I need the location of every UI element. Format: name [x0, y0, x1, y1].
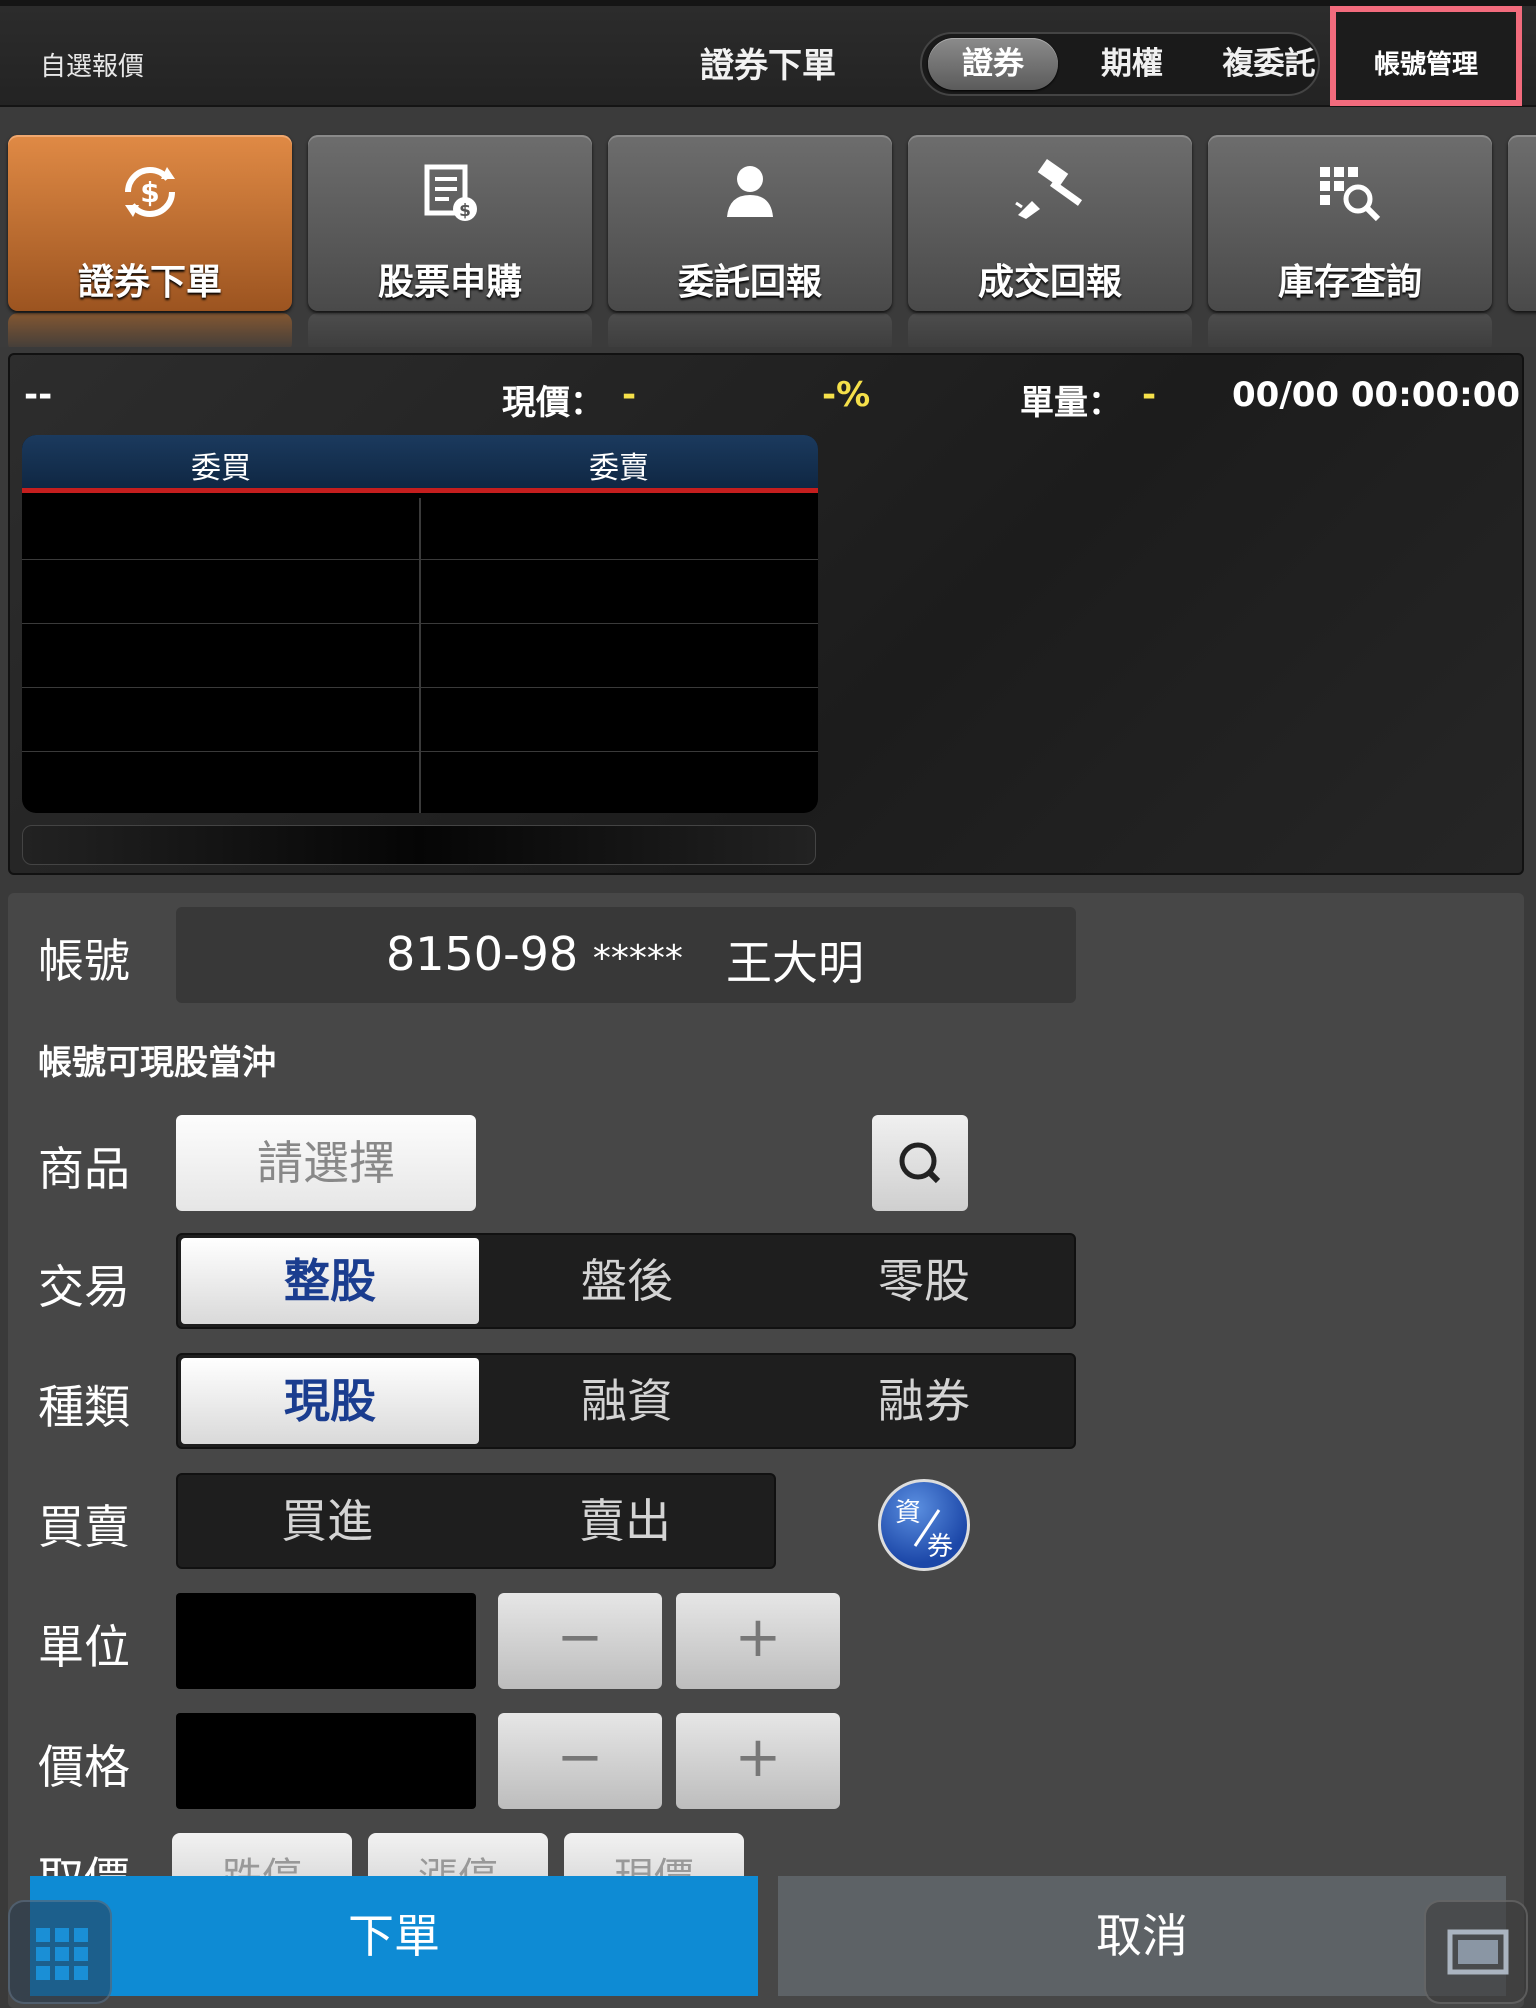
price-input[interactable] — [176, 1713, 476, 1809]
day-trade-note: 帳號可現股當沖 — [38, 1043, 276, 1083]
tile-label: 庫存查詢 — [1277, 262, 1422, 303]
cancel-button[interactable]: 取消 — [778, 1876, 1506, 1996]
trade-option-odd-lot[interactable]: 零股 — [775, 1235, 1073, 1327]
tile-reflection — [1208, 313, 1492, 347]
order-book-row-line — [22, 751, 818, 752]
account-manage-label: 帳號管理 — [1373, 50, 1478, 80]
screen-icon — [1447, 1929, 1509, 1975]
order-book-header: 委買 委賣 — [22, 435, 818, 493]
trade-option-after-hours[interactable]: 盤後 — [478, 1235, 776, 1327]
segment-securities[interactable]: 證券 — [928, 38, 1058, 90]
side-option-buy[interactable]: 買進 — [178, 1475, 476, 1567]
account-label: 帳號 — [38, 934, 130, 988]
order-form: 帳號 8150-98 ***** 王大明 帳號可現股當沖 商品 請選擇 交易 整… — [8, 893, 1524, 2008]
product-label: 商品 — [38, 1142, 130, 1196]
page-title: 證券下單 — [700, 46, 836, 86]
document-dollar-icon: $ — [308, 157, 592, 227]
grid-search-icon — [1208, 157, 1492, 227]
svg-text:$: $ — [459, 201, 471, 221]
trade-label: 交易 — [38, 1260, 130, 1314]
account-mask: ***** — [592, 938, 683, 979]
order-book-divider — [419, 498, 421, 813]
trade-option-board-lot[interactable]: 整股 — [181, 1238, 479, 1324]
market-segment-control: 證券 期權 複委託 — [920, 32, 1320, 96]
order-book-row-line — [22, 623, 818, 624]
unit-minus-button[interactable]: − — [498, 1593, 662, 1689]
tile-inventory-query[interactable]: 庫存查詢 — [1208, 135, 1492, 311]
tile-label: 委託回報 — [677, 262, 822, 303]
submit-order-button[interactable]: 下單 — [30, 1876, 758, 1996]
order-book-row-line — [22, 687, 818, 688]
function-tiles: $ 證券下單 $ 股票申購 委託回報 成交回報 庫存查詢 — [0, 107, 1536, 347]
account-holder-name: 王大明 — [726, 936, 864, 990]
tile-securities-order[interactable]: $ 證券下單 — [8, 135, 292, 311]
segment-sub-brokerage[interactable]: 複委託 — [1214, 34, 1324, 94]
unit-plus-button[interactable]: + — [676, 1593, 840, 1689]
order-book: 委買 委賣 — [22, 435, 818, 813]
ask-header: 委賣 — [589, 451, 649, 486]
tile-reflection — [8, 313, 292, 347]
account-manage-button[interactable]: 帳號管理 — [1330, 6, 1522, 106]
product-search-button[interactable] — [872, 1115, 968, 1211]
unit-label: 單位 — [38, 1620, 130, 1674]
bid-header: 委買 — [191, 451, 251, 486]
tile-partial-next[interactable] — [1508, 135, 1536, 311]
account-number-prefix: 8150-98 — [386, 927, 579, 981]
unit-input[interactable] — [176, 1593, 476, 1689]
side-label: 買賣 — [38, 1500, 130, 1554]
trade-segment: 整股 盤後 零股 — [176, 1233, 1076, 1329]
grid-icon — [36, 1928, 88, 1980]
person-icon — [608, 157, 892, 227]
tile-label: 成交回報 — [977, 262, 1122, 303]
price-plus-button[interactable]: + — [676, 1713, 840, 1809]
tile-fill-report[interactable]: 成交回報 — [908, 135, 1192, 311]
type-option-short[interactable]: 融券 — [775, 1355, 1073, 1447]
dollar-cycle-icon: $ — [8, 157, 292, 227]
order-book-row-line — [22, 559, 818, 560]
top-bar: 自選報價 證券下單 證券 期權 複委託 帳號管理 — [0, 0, 1536, 107]
screen-toggle-button[interactable] — [1424, 1900, 1528, 2004]
tile-reflection — [608, 313, 892, 347]
product-select-button[interactable]: 請選擇 — [176, 1115, 476, 1211]
tile-order-report[interactable]: 委託回報 — [608, 135, 892, 311]
type-option-cash[interactable]: 現股 — [181, 1358, 479, 1444]
price-label: 價格 — [38, 1740, 130, 1794]
menu-grid-button[interactable] — [8, 1900, 112, 2004]
tile-reflection — [908, 313, 1192, 347]
watchlist-link[interactable]: 自選報價 — [40, 46, 144, 83]
type-label: 種類 — [38, 1380, 130, 1434]
segment-futures-options[interactable]: 期權 — [1082, 34, 1182, 94]
side-segment: 買進 賣出 — [176, 1473, 776, 1569]
tile-label: 股票申購 — [377, 262, 522, 303]
tile-label: 證券下單 — [77, 262, 222, 303]
gavel-icon — [908, 157, 1192, 227]
tile-stock-subscription[interactable]: $ 股票申購 — [308, 135, 592, 311]
price-minus-button[interactable]: − — [498, 1713, 662, 1809]
type-segment: 現股 融資 融券 — [176, 1353, 1076, 1449]
type-option-margin[interactable]: 融資 — [478, 1355, 776, 1447]
side-option-sell[interactable]: 賣出 — [476, 1475, 774, 1567]
volume-value: - — [1142, 375, 1157, 415]
volume-bar — [22, 825, 816, 865]
margin-short-icon[interactable]: 資 券 — [878, 1479, 970, 1571]
account-number: 8150-98 ***** — [386, 927, 683, 981]
price-value: - — [622, 375, 637, 415]
search-icon — [899, 1142, 941, 1184]
quote-datetime: 00/00 00:00:00 — [1232, 375, 1521, 415]
slash-icon — [913, 1509, 941, 1547]
quote-panel: -- 現價： - -% 單量： - 00/00 00:00:00 委買 委賣 — [8, 353, 1524, 875]
svg-text:$: $ — [140, 176, 159, 209]
volume-label: 單量： — [1020, 383, 1122, 423]
tile-reflection — [308, 313, 592, 347]
account-selector[interactable]: 8150-98 ***** 王大明 — [176, 907, 1076, 1003]
price-label: 現價： — [502, 383, 604, 423]
change-percent: -% — [822, 375, 871, 415]
quote-symbol: -- — [24, 375, 53, 415]
